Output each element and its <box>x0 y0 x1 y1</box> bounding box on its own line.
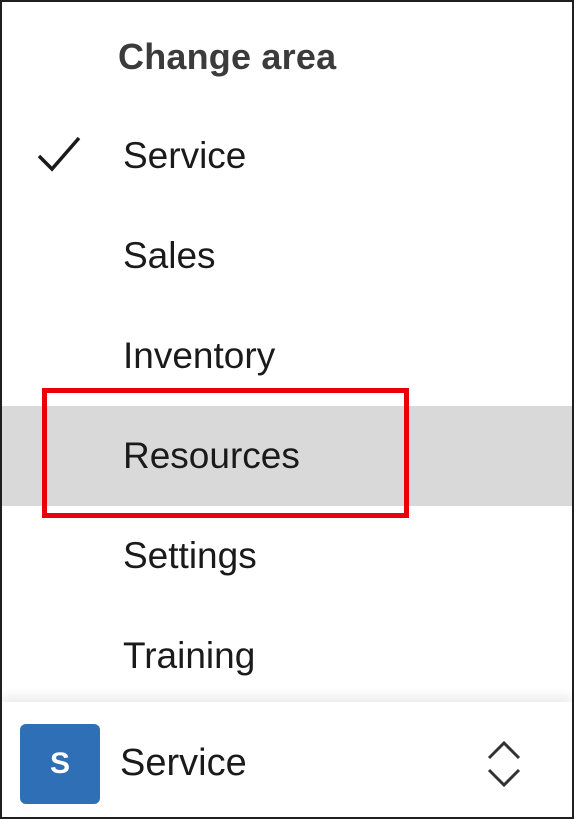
menu-item-label: Training <box>123 635 256 676</box>
menu-item-settings[interactable]: Settings <box>2 506 572 606</box>
menu-item-label: Sales <box>123 235 216 276</box>
menu-item-training[interactable]: Training <box>2 606 572 706</box>
menu-item-label: Inventory <box>123 335 276 376</box>
area-avatar: S <box>20 724 100 804</box>
menu-header: Change area <box>118 36 337 77</box>
current-area-name: Service <box>120 742 247 784</box>
area-menu-list: Service Sales Inventory Resources Settin… <box>2 106 572 706</box>
menu-item-resources[interactable]: Resources <box>2 406 572 506</box>
menu-item-label: Service <box>123 135 247 176</box>
avatar-letter: S <box>49 747 70 780</box>
menu-item-service[interactable]: Service <box>2 106 572 206</box>
area-switcher-panel: Change area Service Sales Inventory Reso… <box>0 0 574 819</box>
menu-item-inventory[interactable]: Inventory <box>2 306 572 406</box>
menu-item-sales[interactable]: Sales <box>2 206 572 306</box>
chevron-up-down-icon[interactable] <box>482 738 526 790</box>
menu-item-label: Resources <box>123 435 300 476</box>
menu-item-label: Settings <box>123 535 257 576</box>
area-switcher-footer[interactable]: S Service <box>2 702 572 817</box>
checkmark-icon <box>37 136 81 172</box>
